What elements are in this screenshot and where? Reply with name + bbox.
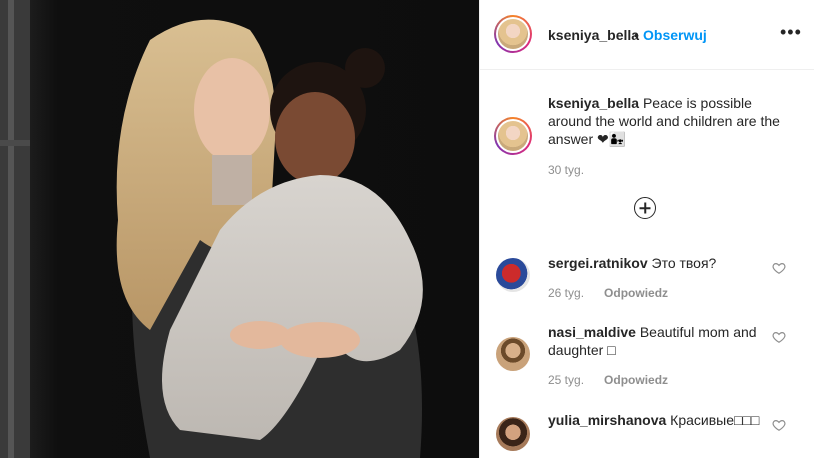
caption-author-avatar[interactable] <box>494 117 532 155</box>
caption-timestamp[interactable]: 30 tyg. <box>548 163 584 177</box>
reply-button[interactable]: Odpowiedz <box>604 373 668 387</box>
load-more-comments-button[interactable] <box>634 197 656 219</box>
like-comment-heart-icon[interactable] <box>772 330 786 344</box>
separator-dot: • <box>634 27 639 43</box>
commenter-avatar[interactable] <box>496 337 530 371</box>
comment-meta: 26 tyg. Odpowiedz <box>548 286 668 300</box>
like-comment-heart-icon[interactable] <box>772 261 786 275</box>
plus-circle-icon <box>635 198 655 218</box>
comment-meta: 25 tyg. Odpowiedz <box>548 373 668 387</box>
like-comment-heart-icon[interactable] <box>772 418 786 432</box>
caption-emoji: ❤👨‍👧 <box>597 131 627 147</box>
comment-body: Красивые□□□ <box>670 412 760 428</box>
comment-body: Это твоя? <box>651 255 717 271</box>
more-options-icon[interactable]: ••• <box>780 22 802 43</box>
post-side-panel: kseniya_bella • Obserwuj ••• kseniya_bel… <box>479 0 814 458</box>
commenter-username-link[interactable]: yulia_mirshanova <box>548 412 666 428</box>
post-caption: kseniya_bella Peace is possible around t… <box>548 94 796 148</box>
post-photo-illustration <box>0 0 479 458</box>
commenter-username-link[interactable]: nasi_maldive <box>548 324 636 340</box>
comment-text: sergei.ratnikov Это твоя? <box>548 254 768 272</box>
author-username-link[interactable]: kseniya_bella <box>548 27 639 43</box>
commenter-username-link[interactable]: sergei.ratnikov <box>548 255 648 271</box>
post-header: kseniya_bella • Obserwuj ••• <box>480 0 814 70</box>
reply-button[interactable]: Odpowiedz <box>604 286 668 300</box>
commenter-avatar[interactable] <box>496 258 530 292</box>
comment-text: yulia_mirshanova Красивые□□□ <box>548 411 768 429</box>
comment-timestamp[interactable]: 26 tyg. <box>548 286 584 300</box>
post-photo[interactable] <box>0 0 479 458</box>
follow-button[interactable]: Obserwuj <box>643 27 707 43</box>
commenter-avatar[interactable] <box>496 417 530 451</box>
caption-username-link[interactable]: kseniya_bella <box>548 95 639 111</box>
author-avatar[interactable] <box>494 15 532 53</box>
comment-timestamp[interactable]: 25 tyg. <box>548 373 584 387</box>
comment-text: nasi_maldive Beautiful mom and daughter … <box>548 323 768 359</box>
